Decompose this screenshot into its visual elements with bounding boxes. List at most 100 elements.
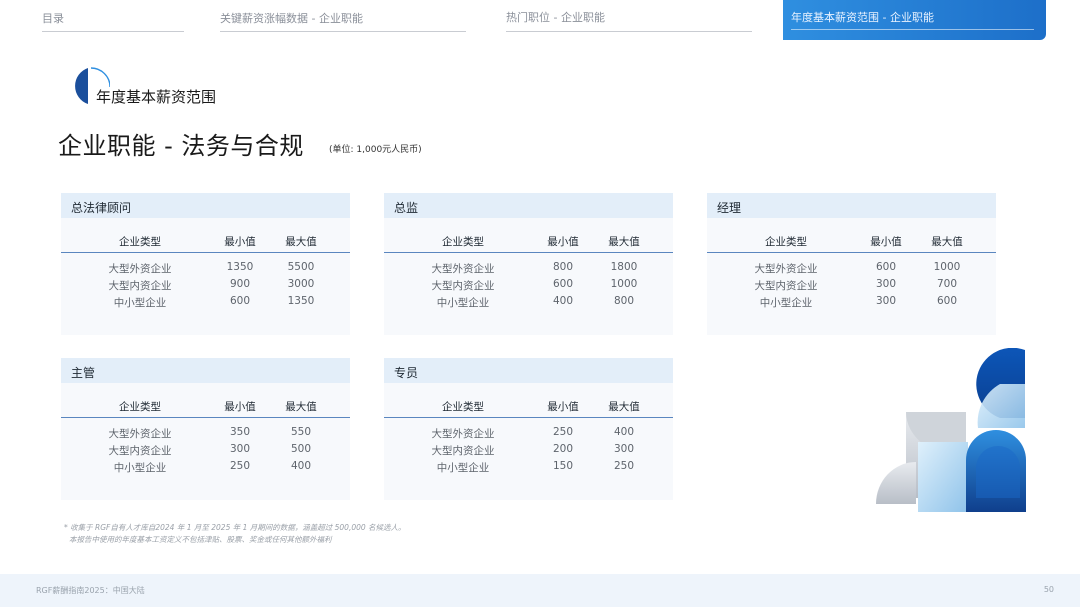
top-navigation: 目录 关键薪资涨幅数据 - 企业职能 热门职位 - 企业职能 年度基本薪资范围 … <box>0 0 1080 40</box>
cell-max: 1000 <box>610 278 638 290</box>
page-footer: RGF薪酬指南2025：中国大陆 50 <box>0 574 1080 607</box>
table-row: 中小型企业 400 800 <box>384 294 673 311</box>
tab-hot-positions[interactable]: 热门职位 - 企业职能 <box>506 0 752 32</box>
cell-max: 600 <box>936 295 958 307</box>
cell-min: 150 <box>552 460 574 472</box>
salary-card-specialist: 专员 企业类型 最小值 最大值 大型外资企业 250 400 大型内资企业 20… <box>384 358 673 500</box>
tab-underline <box>791 29 1034 30</box>
table-row: 大型内资企业 300 500 <box>61 442 350 459</box>
cell-min: 900 <box>229 278 251 290</box>
table-header-row: 企业类型 最小值 最大值 <box>384 394 673 418</box>
column-header-min: 最小值 <box>547 401 579 413</box>
cell-company-type: 大型外资企业 <box>431 428 495 440</box>
column-header-type: 企业类型 <box>442 401 484 413</box>
card-title: 总法律顾问 <box>61 193 350 218</box>
cell-min: 600 <box>875 261 897 273</box>
salary-table: 企业类型 最小值 最大值 大型外资企业 1350 5500 大型内资企业 900… <box>61 229 350 311</box>
footnote-salary-definition: 本报告中使用的年度基本工资定义不包括津贴、股票、奖金或任何其他额外福利 <box>69 535 332 544</box>
cell-company-type: 大型内资企业 <box>431 445 495 457</box>
cell-min: 300 <box>875 295 897 307</box>
cell-company-type: 大型内资企业 <box>108 445 172 457</box>
table-row: 中小型企业 150 250 <box>384 459 673 476</box>
cell-min: 300 <box>875 278 897 290</box>
table-row: 大型内资企业 300 700 <box>707 277 996 294</box>
page-title: 企业职能 - 法务与合规 <box>58 132 304 160</box>
cell-max: 500 <box>290 443 312 455</box>
table-row: 大型外资企业 250 400 <box>384 425 673 442</box>
tab-underline <box>42 31 184 32</box>
cell-min: 800 <box>552 261 574 273</box>
cell-company-type: 中小型企业 <box>759 297 813 309</box>
cell-max: 400 <box>613 426 635 438</box>
table-row: 大型外资企业 800 1800 <box>384 260 673 277</box>
unit-note: (单位: 1,000元人民币) <box>329 145 422 155</box>
cell-max: 800 <box>613 295 635 307</box>
column-header-type: 企业类型 <box>119 236 161 248</box>
cell-min: 200 <box>552 443 574 455</box>
salary-card-general-counsel: 总法律顾问 企业类型 最小值 最大值 大型外资企业 1350 5500 大型内资… <box>61 193 350 335</box>
cell-max: 5500 <box>287 261 315 273</box>
column-header-max: 最大值 <box>608 401 640 413</box>
cell-max: 1350 <box>287 295 315 307</box>
salary-card-supervisor: 主管 企业类型 最小值 最大值 大型外资企业 350 550 大型内资企业 30… <box>61 358 350 500</box>
table-row: 大型外资企业 1350 5500 <box>61 260 350 277</box>
table-row: 中小型企业 250 400 <box>61 459 350 476</box>
cell-min: 300 <box>229 443 251 455</box>
cell-company-type: 大型内资企业 <box>431 280 495 292</box>
table-row: 大型外资企业 600 1000 <box>707 260 996 277</box>
table-header-row: 企业类型 最小值 最大值 <box>61 229 350 253</box>
cell-min: 600 <box>552 278 574 290</box>
column-header-min: 最小值 <box>224 401 256 413</box>
decorative-shapes-illustration <box>876 348 1026 512</box>
cell-max: 250 <box>613 460 635 472</box>
cell-min: 1350 <box>226 261 254 273</box>
cell-company-type: 中小型企业 <box>436 462 490 474</box>
table-row: 中小型企业 300 600 <box>707 294 996 311</box>
table-row: 大型内资企业 600 1000 <box>384 277 673 294</box>
cell-company-type: 大型外资企业 <box>754 263 818 275</box>
column-header-min: 最小值 <box>547 236 579 248</box>
table-row: 大型内资企业 900 3000 <box>61 277 350 294</box>
section-title: 年度基本薪资范围 <box>96 88 217 106</box>
cell-company-type: 大型内资企业 <box>754 280 818 292</box>
cell-max: 300 <box>613 443 635 455</box>
tab-annual-salary-range[interactable]: 年度基本薪资范围 - 企业职能 <box>783 0 1046 40</box>
cell-min: 250 <box>552 426 574 438</box>
cell-company-type: 中小型企业 <box>113 297 167 309</box>
footer-report-title: RGF薪酬指南2025：中国大陆 <box>36 586 145 595</box>
table-row: 中小型企业 600 1350 <box>61 294 350 311</box>
cell-min: 250 <box>229 460 251 472</box>
salary-table: 企业类型 最小值 最大值 大型外资企业 350 550 大型内资企业 300 5… <box>61 394 350 476</box>
column-header-max: 最大值 <box>931 236 963 248</box>
cell-min: 400 <box>552 295 574 307</box>
salary-card-director: 总监 企业类型 最小值 最大值 大型外资企业 800 1800 大型内资企业 6… <box>384 193 673 335</box>
cell-max: 700 <box>936 278 958 290</box>
cell-min: 600 <box>229 295 251 307</box>
card-title: 总监 <box>384 193 673 218</box>
salary-table: 企业类型 最小值 最大值 大型外资企业 250 400 大型内资企业 200 3… <box>384 394 673 476</box>
cell-max: 1800 <box>610 261 638 273</box>
card-title: 经理 <box>707 193 996 218</box>
salary-card-manager: 经理 企业类型 最小值 最大值 大型外资企业 600 1000 大型内资企业 3… <box>707 193 996 335</box>
column-header-max: 最大值 <box>608 236 640 248</box>
column-header-type: 企业类型 <box>765 236 807 248</box>
table-header-row: 企业类型 最小值 最大值 <box>707 229 996 253</box>
page-number: 50 <box>1043 585 1054 594</box>
footnote-data-source: * 收集于 RGF自有人才库自2024 年 1 月至 2025 年 1 月期间的… <box>64 523 406 532</box>
tab-underline <box>220 31 466 32</box>
tab-key-salary-increase[interactable]: 关键薪资涨幅数据 - 企业职能 <box>220 0 466 32</box>
cell-company-type: 中小型企业 <box>436 297 490 309</box>
cell-company-type: 中小型企业 <box>113 462 167 474</box>
column-header-min: 最小值 <box>224 236 256 248</box>
column-header-type: 企业类型 <box>119 401 161 413</box>
cell-max: 400 <box>290 460 312 472</box>
column-header-max: 最大值 <box>285 236 317 248</box>
column-header-max: 最大值 <box>285 401 317 413</box>
table-header-row: 企业类型 最小值 最大值 <box>61 394 350 418</box>
cell-min: 350 <box>229 426 251 438</box>
cell-company-type: 大型外资企业 <box>108 428 172 440</box>
table-header-row: 企业类型 最小值 最大值 <box>384 229 673 253</box>
tab-underline <box>506 31 752 32</box>
tab-contents[interactable]: 目录 <box>42 0 184 32</box>
tab-label: 年度基本薪资范围 - 企业职能 <box>791 11 934 24</box>
